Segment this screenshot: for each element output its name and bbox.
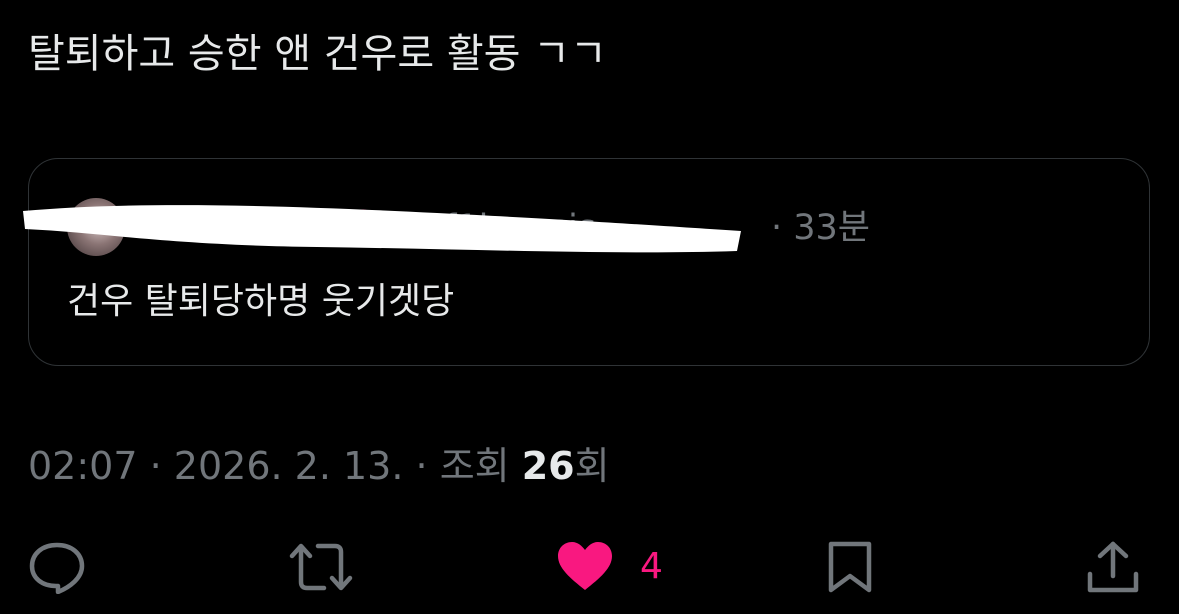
views-count[interactable]: 26 (522, 444, 575, 488)
repost-icon (289, 543, 353, 591)
reply-button[interactable] (28, 540, 86, 594)
meta-separator: · (149, 444, 162, 488)
quoted-post-card[interactable]: 오리저밴구리💗 @uf1k_...sis · 33분 건우 탈퇴당하명 웃기겟당 (23, 158, 1150, 366)
quoted-post-text: 건우 탈퇴당하명 웃기겟당 (67, 281, 455, 322)
bookmark-button[interactable] (826, 540, 874, 594)
meta-separator: · (415, 444, 428, 488)
quoted-timestamp: · 33분 (771, 208, 870, 248)
repost-button[interactable] (288, 540, 354, 594)
heart-icon (558, 542, 612, 590)
views-label: 조회 (439, 444, 510, 488)
post-time: 02:07 (28, 444, 138, 488)
views-suffix: 회 (574, 444, 610, 488)
post-meta: 02:07 · 2026. 2. 13. · 조회 26회 (28, 440, 610, 492)
like-button[interactable]: 4 (556, 540, 663, 594)
like-count: 4 (640, 546, 663, 587)
share-icon (1087, 541, 1139, 593)
redaction-scribble (23, 205, 741, 253)
post-date: 2026. 2. 13. (173, 444, 404, 488)
share-button[interactable] (1086, 540, 1140, 594)
post-text: 탈퇴하고 승한 앤 건우로 활동 ㄱㄱ (28, 31, 607, 77)
reply-icon (29, 542, 85, 594)
bookmark-icon (828, 541, 872, 593)
